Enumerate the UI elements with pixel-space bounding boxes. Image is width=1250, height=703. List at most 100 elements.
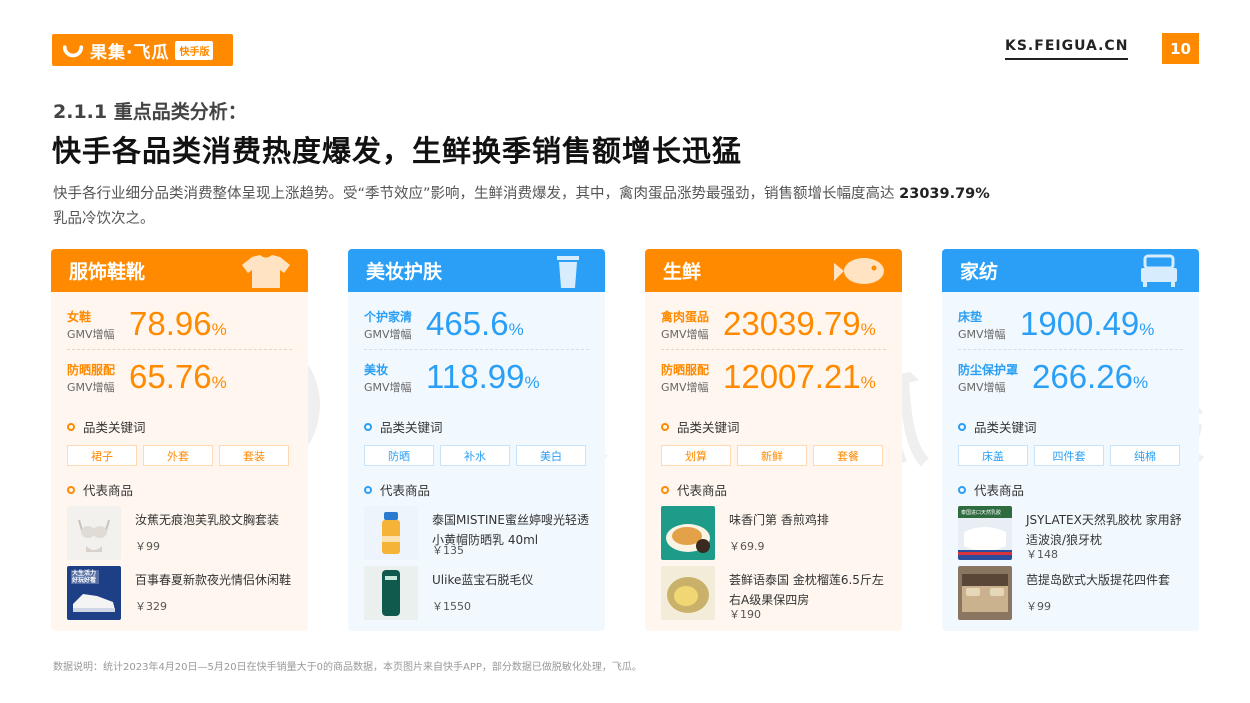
product-price: ￥1550 bbox=[432, 600, 471, 613]
keyword-tag: 新鲜 bbox=[737, 445, 807, 466]
product-price: ￥148 bbox=[1026, 548, 1058, 561]
fish-icon bbox=[834, 258, 884, 284]
product-name: 汝蕉无痕泡芙乳胶文胸套装 bbox=[135, 513, 280, 527]
card-title: 家纺 bbox=[960, 261, 999, 283]
card-header: 生鲜 bbox=[645, 249, 902, 292]
product-price: ￥99 bbox=[135, 540, 160, 553]
metric-2: 防尘保护罩 GMV增幅 266.26% bbox=[958, 358, 1183, 409]
keyword-tag: 划算 bbox=[661, 445, 731, 466]
keyword-tags: 床盖 四件套 纯棉 bbox=[958, 445, 1188, 466]
card-header: 服饰鞋靴 bbox=[51, 249, 308, 292]
metric-value: 118.99% bbox=[426, 358, 540, 395]
product-price: ￥135 bbox=[432, 544, 464, 557]
divider bbox=[67, 349, 292, 350]
keywords-label: 品类关键词 bbox=[364, 417, 443, 436]
epilator-icon bbox=[382, 570, 400, 616]
metric-2: 防晒服配 GMV增幅 65.76% bbox=[67, 358, 292, 409]
metric-value: 65.76% bbox=[129, 358, 227, 395]
product-image bbox=[67, 506, 121, 560]
keywords-label: 品类关键词 bbox=[661, 417, 740, 436]
product-item[interactable]: 荟鲜语泰国 金枕榴莲6.5斤左右A级果保四房 ￥190 bbox=[661, 566, 891, 621]
description-highlight: 23039.79% bbox=[899, 186, 990, 202]
card-title: 美妆护肤 bbox=[366, 261, 443, 283]
keyword-tag: 外套 bbox=[143, 445, 213, 466]
product-item[interactable]: 大生活力 好玩好看 百事春夏新款夜光情侣休闲鞋 ￥329 bbox=[67, 566, 297, 620]
product-item[interactable]: 味香门第 香煎鸡排 ￥69.9 bbox=[661, 506, 891, 560]
section-subtitle: 2.1.1 重点品类分析： bbox=[53, 101, 247, 123]
metric-value: 465.6% bbox=[426, 305, 524, 342]
keyword-tag: 床盖 bbox=[958, 445, 1028, 466]
metric-2: 美妆 GMV增幅 118.99% bbox=[364, 358, 589, 409]
product-price: ￥69.9 bbox=[729, 540, 765, 553]
keyword-tag: 套装 bbox=[219, 445, 289, 466]
products-label: 代表商品 bbox=[958, 480, 1024, 499]
divider bbox=[958, 349, 1183, 350]
product-item[interactable]: 芭提岛欧式大版提花四件套 ￥99 bbox=[958, 566, 1188, 620]
card-title: 生鲜 bbox=[663, 261, 702, 283]
product-name: Ulike蓝宝石脱毛仪 bbox=[432, 573, 534, 587]
product-price: ￥99 bbox=[1026, 600, 1051, 613]
products-label: 代表商品 bbox=[661, 480, 727, 499]
logo-tag: 快手版 bbox=[175, 40, 214, 60]
description-text: 快手各行业细分品类消费整体呈现上涨趋势。受“季节效应”影响，生鲜消费爆发，其中，… bbox=[53, 186, 900, 202]
product-price: ￥190 bbox=[729, 608, 761, 621]
product-image bbox=[958, 566, 1012, 620]
product-image: 大生活力 好玩好看 bbox=[67, 566, 121, 620]
product-image bbox=[364, 506, 418, 560]
keyword-tag: 套餐 bbox=[813, 445, 883, 466]
divider bbox=[661, 349, 886, 350]
page-description: 快手各行业细分品类消费整体呈现上涨趋势。受“季节效应”影响，生鲜消费爆发，其中，… bbox=[53, 182, 1218, 232]
bed-icon bbox=[1141, 254, 1177, 287]
product-item[interactable]: Ulike蓝宝石脱毛仪 ￥1550 bbox=[364, 566, 594, 620]
product-image bbox=[661, 506, 715, 560]
product-price: ￥329 bbox=[135, 600, 167, 613]
description-tail: 乳品冷饮次之。 bbox=[53, 211, 155, 227]
category-card-beauty: 美妆护肤 个护家清 GMV增幅 465.6% 美妆 GMV增幅 118.99% … bbox=[348, 249, 605, 631]
keyword-tag: 美白 bbox=[516, 445, 586, 466]
keyword-tag: 补水 bbox=[440, 445, 510, 466]
category-card-fresh: 生鲜 禽肉蛋品 GMV增幅 23039.79% 防晒服配 GMV增幅 12007… bbox=[645, 249, 902, 631]
metric-value: 12007.21% bbox=[723, 358, 876, 395]
card-header: 美妆护肤 bbox=[348, 249, 605, 292]
product-name: 荟鲜语泰国 金枕榴莲6.5斤左右A级果保四房 bbox=[729, 573, 884, 607]
category-card-home-textile: 家纺 床垫 GMV增幅 1900.49% 防尘保护罩 GMV增幅 266.26%… bbox=[942, 249, 1199, 631]
keyword-tags: 划算 新鲜 套餐 bbox=[661, 445, 891, 466]
keyword-tag: 四件套 bbox=[1034, 445, 1104, 466]
product-image bbox=[364, 566, 418, 620]
divider bbox=[364, 349, 589, 350]
product-image bbox=[661, 566, 715, 620]
keyword-tags: 防晒 补水 美白 bbox=[364, 445, 594, 466]
product-name: 味香门第 香煎鸡排 bbox=[729, 513, 829, 527]
product-name: 芭提岛欧式大版提花四件套 bbox=[1026, 573, 1171, 587]
product-item[interactable]: 汝蕉无痕泡芙乳胶文胸套装 ￥99 bbox=[67, 506, 297, 560]
keyword-tag: 裙子 bbox=[67, 445, 137, 466]
keyword-tag: 纯棉 bbox=[1110, 445, 1180, 466]
product-name: 百事春夏新款夜光情侣休闲鞋 bbox=[135, 573, 292, 587]
products-label: 代表商品 bbox=[67, 480, 133, 499]
category-card-apparel: 服饰鞋靴 女鞋 GMV增幅 78.96% 防晒服配 GMV增幅 65.76% 品… bbox=[51, 249, 308, 631]
keywords-label: 品类关键词 bbox=[67, 417, 146, 436]
product-image-text: 泰国进口天然乳胶 bbox=[961, 510, 1002, 516]
brand-logo: 果集·飞瓜 快手版 bbox=[52, 34, 233, 66]
chicken-cutlet-icon bbox=[666, 524, 710, 553]
logo-text: 果集·飞瓜 bbox=[90, 42, 170, 63]
page-number: 10 bbox=[1162, 33, 1199, 64]
metric-value: 266.26% bbox=[1032, 358, 1149, 395]
product-image-text: 大生活力 好玩好看 bbox=[72, 570, 97, 584]
site-url[interactable]: KS.FEIGUA.CN bbox=[1005, 38, 1129, 60]
sunscreen-icon bbox=[382, 512, 400, 554]
metric-value: 78.96% bbox=[129, 305, 227, 342]
product-item[interactable]: 泰国进口天然乳胶 JSYLATEX天然乳胶枕 家用舒适波浪/狼牙枕 ￥148 bbox=[958, 506, 1188, 561]
durian-icon bbox=[667, 577, 709, 613]
product-item[interactable]: 泰国MISTINE蜜丝婷嗖光轻透小黄帽防晒乳 40ml ￥135 bbox=[364, 506, 594, 560]
products-label: 代表商品 bbox=[364, 480, 430, 499]
card-header: 家纺 bbox=[942, 249, 1199, 292]
card-title: 服饰鞋靴 bbox=[69, 261, 146, 283]
product-image: 泰国进口天然乳胶 bbox=[958, 506, 1012, 560]
metric-2: 防晒服配 GMV增幅 12007.21% bbox=[661, 358, 886, 409]
product-name: JSYLATEX天然乳胶枕 家用舒适波浪/狼牙枕 bbox=[1026, 513, 1182, 547]
keywords-label: 品类关键词 bbox=[958, 417, 1037, 436]
keyword-tags: 裙子 外套 套装 bbox=[67, 445, 297, 466]
metric-value: 23039.79% bbox=[723, 305, 876, 342]
footnote: 数据说明：统计2023年4月20日—5月20日在快手销量大于0的商品数据，本页图… bbox=[53, 662, 642, 673]
